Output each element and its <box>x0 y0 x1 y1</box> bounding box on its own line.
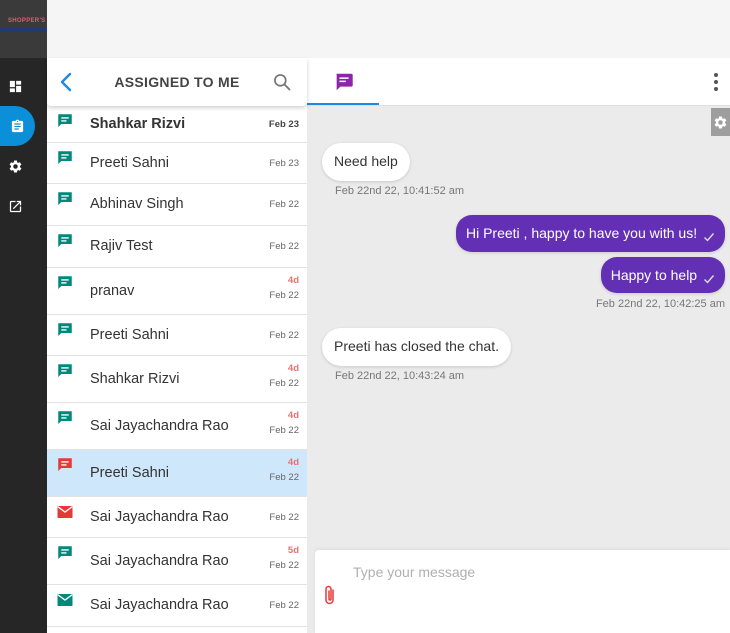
chat-icon <box>56 456 74 474</box>
message-timestamp: Feb 22nd 22, 10:41:52 am <box>335 185 465 197</box>
conversation-date: Feb 22 <box>269 560 299 571</box>
left-rail: SHOPPER'S <box>0 0 47 633</box>
conversation-date: Feb 22 <box>269 425 299 436</box>
conversation-name: Abhinav Singh <box>90 196 184 212</box>
conversation-item[interactable]: Shahkar Rizvi 4d Feb 22 <box>47 356 307 403</box>
message-text: Happy to help <box>610 267 698 283</box>
message-timestamp: Feb 22nd 22, 10:43:24 am <box>335 370 465 382</box>
chat-icon <box>56 232 74 250</box>
conversation-name: Sai Jayachandra Rao <box>90 597 229 613</box>
message-input[interactable] <box>353 560 713 584</box>
conversation-name: Shahkar Rizvi <box>90 371 180 387</box>
search-icon <box>274 74 291 91</box>
conversation-item[interactable]: Preeti Sahni 4d Feb 22 <box>47 450 307 497</box>
paperclip-icon <box>325 585 334 605</box>
more-options-button[interactable] <box>709 72 723 92</box>
list-header: ASSIGNED TO ME <box>47 58 307 106</box>
search-button[interactable] <box>272 72 292 92</box>
conversation-name: Rajiv Test <box>90 238 153 254</box>
conversation-list-panel: ASSIGNED TO ME Shahkar Rizvi Feb 23 Preeti… <box>47 58 307 633</box>
conversation-date: Feb 22 <box>269 512 299 523</box>
conversation-date: Feb 22 <box>269 290 299 301</box>
gear-icon <box>9 159 21 172</box>
logo-text: SHOPPER'S <box>8 18 46 24</box>
tab-indicator <box>307 103 379 105</box>
conversation-date: Feb 22 <box>269 330 299 341</box>
chat-icon <box>56 149 74 167</box>
chat-icon <box>56 190 74 208</box>
check-icon <box>703 229 715 242</box>
age-badge: 4d <box>287 410 299 421</box>
logo-bar <box>0 28 47 32</box>
message-text: Need help <box>334 153 398 169</box>
email-icon <box>56 591 74 609</box>
chat-settings-button[interactable] <box>711 108 730 136</box>
conversation-name: Preeti Sahni <box>90 465 169 481</box>
message-customer: Need help <box>322 143 410 181</box>
chat-icon <box>56 544 74 562</box>
clipboard-icon <box>11 119 24 132</box>
age-badge: 5d <box>287 545 299 556</box>
conversation-item[interactable]: Shahkar Rizvi Feb 23 <box>47 106 307 143</box>
message-text: Hi Preeti , happy to have you with us! <box>465 225 698 241</box>
check-icon <box>703 271 715 284</box>
age-badge: 4d <box>287 457 299 468</box>
conversation-item[interactable]: Sai Jayachandra Rao 4d Feb 22 <box>47 403 307 450</box>
rail-conversations[interactable] <box>0 106 35 146</box>
age-badge: 4d <box>287 363 299 374</box>
rail-external-link[interactable] <box>0 191 30 221</box>
conversation-item[interactable]: Preeti Sahni Feb 23 <box>47 143 307 184</box>
conversation-item[interactable]: Sai Jayachandra Rao 5d Feb 22 <box>47 538 307 585</box>
message-agent: Hi Preeti , happy to have you with us! <box>455 215 725 252</box>
top-bar <box>47 0 730 58</box>
chat-icon <box>56 362 74 380</box>
message-text: Preeti has closed the chat. <box>334 338 499 354</box>
attach-button[interactable] <box>323 584 337 606</box>
conversation-name: Preeti Sahni <box>90 155 169 171</box>
conversation-item[interactable]: Preeti Sahni Feb 22 <box>47 315 307 356</box>
gear-icon <box>714 115 727 128</box>
message-agent: Happy to help <box>600 257 725 293</box>
back-button[interactable] <box>55 70 79 94</box>
conversation-name: Sai Jayachandra Rao <box>90 553 229 569</box>
chat-icon <box>56 321 74 339</box>
chat-icon <box>56 409 74 427</box>
dashboard-icon <box>9 80 21 92</box>
age-badge: 4d <box>287 275 299 286</box>
rail-dashboard[interactable] <box>0 71 30 101</box>
message-system: Preeti has closed the chat. <box>322 328 511 366</box>
chevron-left-icon <box>60 72 72 92</box>
conversation-item[interactable]: Rajiv Test Feb 22 <box>47 226 307 268</box>
conversation-name: Shahkar Rizvi <box>90 116 186 132</box>
chat-header <box>307 58 730 106</box>
conversation-list: Shahkar Rizvi Feb 23 Preeti Sahni Feb 23 Abh… <box>47 106 307 627</box>
conversation-date: Feb 22 <box>269 241 299 252</box>
rail-settings[interactable] <box>0 151 30 181</box>
conversation-date: Feb 22 <box>269 378 299 389</box>
external-link-icon <box>9 200 21 212</box>
conversation-date: Feb 23 <box>268 119 299 130</box>
list-title: ASSIGNED TO ME <box>114 74 240 90</box>
email-icon <box>56 503 74 521</box>
chat-icon <box>56 274 74 292</box>
conversation-date: Feb 22 <box>269 472 299 483</box>
conversation-name: Sai Jayachandra Rao <box>90 418 229 434</box>
conversation-name: pranav <box>90 283 135 299</box>
conversation-item[interactable]: Sai Jayachandra Rao Feb 22 <box>47 585 307 627</box>
message-composer <box>315 550 730 633</box>
chat-icon <box>56 112 74 130</box>
tab-chat[interactable] <box>307 58 379 106</box>
conversation-item[interactable]: Sai Jayachandra Rao Feb 22 <box>47 497 307 538</box>
conversation-date: Feb 22 <box>269 600 299 611</box>
conversation-name: Sai Jayachandra Rao <box>90 509 229 525</box>
conversation-name: Preeti Sahni <box>90 327 169 343</box>
chat-bubble-icon <box>333 71 355 93</box>
message-timestamp: Feb 22nd 22, 10:42:25 am <box>595 298 725 310</box>
conversation-item[interactable]: Abhinav Singh Feb 22 <box>47 184 307 226</box>
conversation-date: Feb 23 <box>269 158 299 169</box>
conversation-date: Feb 22 <box>269 199 299 210</box>
kebab-menu-icon <box>714 73 718 91</box>
brand-logo[interactable]: SHOPPER'S <box>0 0 47 58</box>
conversation-item[interactable]: pranav 4d Feb 22 <box>47 268 307 315</box>
